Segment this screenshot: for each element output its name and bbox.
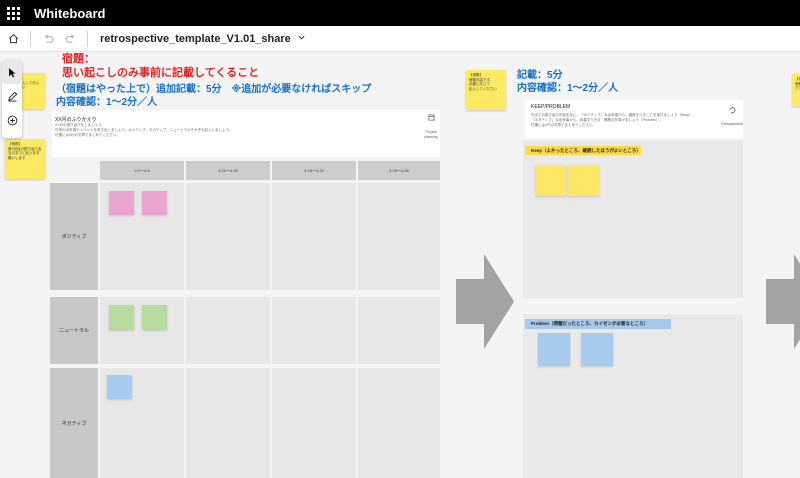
problem-label: Problem（問題だったところ、カイゼンが必要なところ） xyxy=(525,319,671,329)
sticky-note-yellow[interactable] xyxy=(568,165,599,196)
sticky-note-blue[interactable] xyxy=(581,333,613,366)
row-header-positive: ポジティブ xyxy=(50,183,98,290)
flow-arrow-icon xyxy=(766,254,800,349)
select-tool-icon[interactable] xyxy=(2,60,22,84)
pen-tool-icon[interactable] xyxy=(2,84,22,108)
sticky-note-blue[interactable] xyxy=(107,375,132,399)
grid-cell[interactable] xyxy=(272,183,356,290)
review-time: 内容確認：1〜2分／人 xyxy=(517,83,619,94)
grid-cell[interactable] xyxy=(186,368,270,478)
chevron-down-icon[interactable] xyxy=(297,33,306,44)
grid-cell[interactable] xyxy=(358,183,440,290)
retrospective-label: Retrospective xyxy=(721,122,743,126)
sticky-note-green[interactable] xyxy=(142,305,167,330)
card-description: 付箋には1行の文章でまとめてください。 xyxy=(55,133,120,137)
keep-label: Keep（よかったところ、継続したほうがよいところ） xyxy=(525,146,641,155)
card-title: KEEP/PROBLEM xyxy=(531,104,571,110)
sticky-note[interactable]: 【宿題】 第1回目の振り返り会 当日までに記入をお願いします xyxy=(5,139,45,179)
template-icon xyxy=(424,114,438,123)
retrospective-icon xyxy=(725,106,739,116)
grid-cell[interactable] xyxy=(358,297,440,364)
toolbar: retrospective_template_V1.01_share xyxy=(0,26,800,52)
instruction-card[interactable]: XX月のふりかえり XX月の振り返りをしましょう。 日常の出来事やイベントを書き… xyxy=(52,110,440,157)
writing-time: 記載：5分 xyxy=(517,70,563,81)
column-header: 4.11〜4.15 xyxy=(186,161,270,180)
column-header: 4.18〜4.22 xyxy=(272,161,356,180)
sticky-note-pink[interactable] xyxy=(142,191,167,215)
undo-icon[interactable] xyxy=(37,28,59,50)
template-label: Project planning xyxy=(424,130,438,139)
redo-icon[interactable] xyxy=(59,28,81,50)
toolbar-divider xyxy=(30,30,31,47)
sticky-note-pink[interactable] xyxy=(109,191,134,215)
toolbar-divider xyxy=(87,30,88,47)
card-title: XX月のふりかえり xyxy=(55,117,97,123)
card-description: 付箋には1行の文章でまとめてください。 xyxy=(531,123,596,127)
app-launcher-icon[interactable] xyxy=(0,0,26,26)
grid-cell[interactable] xyxy=(272,297,356,364)
title-bar: Whiteboard xyxy=(0,0,800,26)
homework-review-time: 内容確認：1〜2分／人 xyxy=(56,97,158,108)
flow-arrow-icon xyxy=(456,254,514,349)
keep-panel[interactable] xyxy=(523,140,743,298)
column-header: 4.1〜4.8 xyxy=(100,161,184,180)
grid-cell[interactable] xyxy=(186,183,270,290)
sticky-note-green[interactable] xyxy=(109,305,134,330)
grid-cell[interactable] xyxy=(358,368,440,478)
whiteboard-canvas[interactable]: 宿題です。 事前に記入しておいてください 【宿題】 第1回目の振り返り会 当日ま… xyxy=(0,52,800,478)
sticky-note[interactable]: 【宿題】 宿題内容です。 必要に応じて 記入してください xyxy=(466,70,506,110)
add-icon[interactable] xyxy=(2,108,22,132)
row-header-neutral: ニュートラル xyxy=(50,297,98,364)
sticky-note-blue[interactable] xyxy=(538,333,570,366)
homework-title: 宿題： xyxy=(62,53,95,65)
keep-problem-card[interactable]: KEEP/PROBLEM 先ほどの振り返り内容を元に、「ポジティブ」な出来事から… xyxy=(525,100,743,138)
tool-rail xyxy=(2,60,22,138)
sticky-note[interactable]: 【宿題】 宿題内容です。 xyxy=(792,74,800,106)
document-name[interactable]: retrospective_template_V1.01_share xyxy=(100,33,291,45)
homework-subtitle: 思い起こしのみ事前に記載してくること xyxy=(62,67,260,79)
app-title: Whiteboard xyxy=(34,5,106,21)
grid-cell[interactable] xyxy=(186,297,270,364)
homework-time-note: （宿題はやった上で）追加記載：5分 ※追加が必要なければスキップ xyxy=(56,84,372,95)
sticky-note-yellow[interactable] xyxy=(535,165,566,196)
grid-cell[interactable] xyxy=(272,368,356,478)
row-header-negative: ネガティブ xyxy=(50,368,98,478)
column-header: 4.25〜4.28 xyxy=(358,161,440,180)
home-icon[interactable] xyxy=(2,28,24,50)
